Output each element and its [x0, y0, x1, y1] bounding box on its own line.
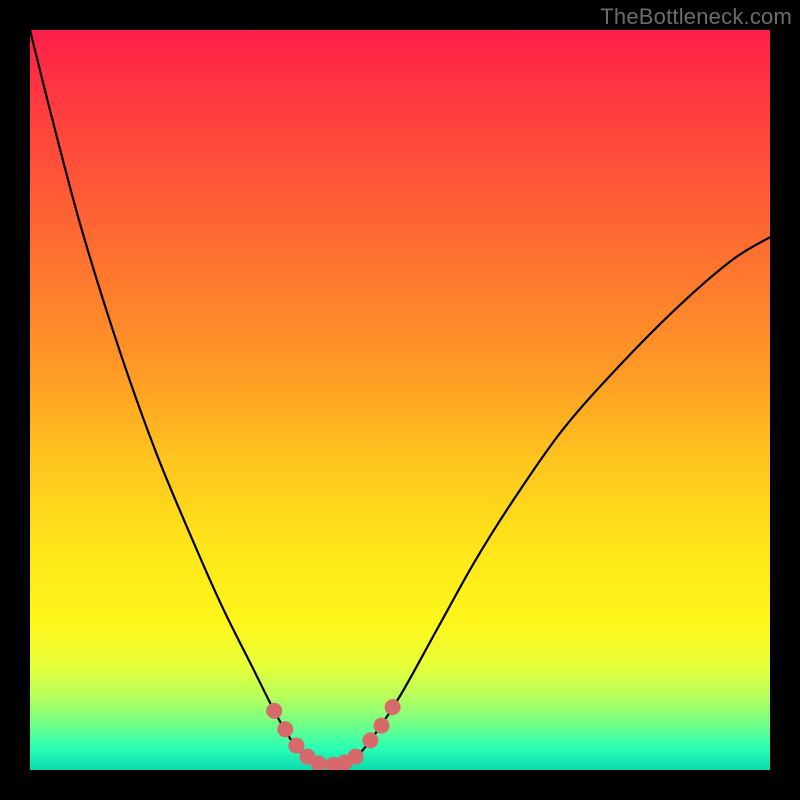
- watermark-text: TheBottleneck.com: [600, 4, 792, 30]
- curve-path: [30, 30, 770, 765]
- chart-stage: TheBottleneck.com: [0, 0, 800, 800]
- curve-marker: [385, 699, 401, 715]
- curve-marker: [277, 721, 293, 737]
- curve-marker: [374, 718, 390, 734]
- curve-marker: [348, 749, 364, 765]
- plot-area: [30, 30, 770, 770]
- bottleneck-curve: [30, 30, 770, 770]
- curve-marker: [362, 732, 378, 748]
- curve-marker: [266, 703, 282, 719]
